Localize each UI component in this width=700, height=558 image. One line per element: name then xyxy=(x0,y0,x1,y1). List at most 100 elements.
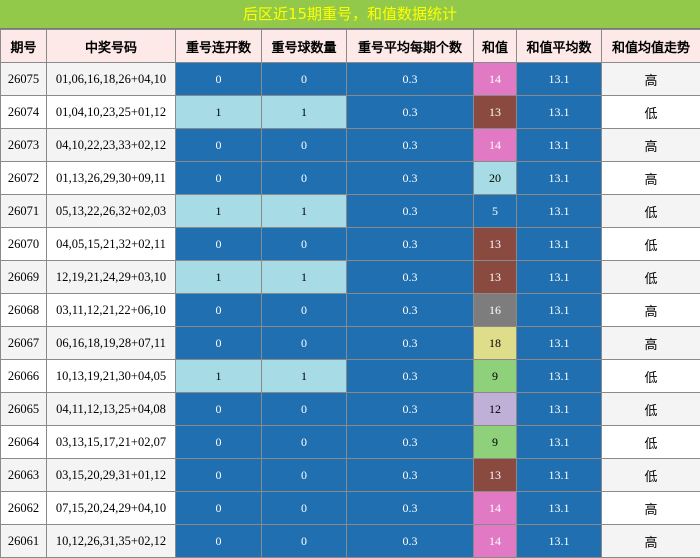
sum-trend-cell: 低 xyxy=(602,96,700,129)
winning-numbers-cell: 03,11,12,21,22+06,10 xyxy=(47,294,176,327)
header-winning-numbers: 中奖号码 xyxy=(47,30,176,63)
issue-cell: 26063 xyxy=(1,459,47,492)
sum-average-cell: 13.1 xyxy=(517,195,602,228)
table-row: 2607105,13,22,26,32+02,03110.3513.1低 xyxy=(1,195,700,228)
repeat-count-cell: 0 xyxy=(262,129,347,162)
repeat-average-cell: 0.3 xyxy=(347,492,474,525)
sum-trend-cell: 低 xyxy=(602,426,700,459)
repeat-consecutive-cell: 1 xyxy=(176,195,262,228)
repeat-count-cell: 1 xyxy=(262,261,347,294)
repeat-count-cell: 1 xyxy=(262,360,347,393)
repeat-average-cell: 0.3 xyxy=(347,360,474,393)
repeat-count-cell: 0 xyxy=(262,393,347,426)
repeat-average-cell: 0.3 xyxy=(347,261,474,294)
repeat-count-cell: 0 xyxy=(262,525,347,558)
table-row: 2606803,11,12,21,22+06,10000.31613.1高 xyxy=(1,294,700,327)
sum-average-cell: 13.1 xyxy=(517,492,602,525)
winning-numbers-cell: 04,11,12,13,25+04,08 xyxy=(47,393,176,426)
sum-average-cell: 13.1 xyxy=(517,327,602,360)
table-title: 后区近15期重号，和值数据统计 xyxy=(0,0,700,29)
issue-cell: 26072 xyxy=(1,162,47,195)
issue-cell: 26071 xyxy=(1,195,47,228)
sum-cell: 14 xyxy=(474,492,517,525)
repeat-average-cell: 0.3 xyxy=(347,459,474,492)
table-row: 2606110,12,26,31,35+02,12000.31413.1高 xyxy=(1,525,700,558)
stats-table: 期号 中奖号码 重号连开数 重号球数量 重号平均每期个数 和值 和值平均数 和值… xyxy=(0,29,700,558)
repeat-consecutive-cell: 0 xyxy=(176,393,262,426)
sum-cell: 13 xyxy=(474,228,517,261)
table-row: 2606403,13,15,17,21+02,07000.3913.1低 xyxy=(1,426,700,459)
issue-cell: 26069 xyxy=(1,261,47,294)
repeat-count-cell: 0 xyxy=(262,426,347,459)
issue-cell: 26065 xyxy=(1,393,47,426)
table-row: 2607304,10,22,23,33+02,12000.31413.1高 xyxy=(1,129,700,162)
sum-average-cell: 13.1 xyxy=(517,261,602,294)
winning-numbers-cell: 07,15,20,24,29+04,10 xyxy=(47,492,176,525)
sum-trend-cell: 低 xyxy=(602,195,700,228)
issue-cell: 26062 xyxy=(1,492,47,525)
repeat-count-cell: 0 xyxy=(262,228,347,261)
winning-numbers-cell: 04,10,22,23,33+02,12 xyxy=(47,129,176,162)
sum-average-cell: 13.1 xyxy=(517,294,602,327)
sum-trend-cell: 高 xyxy=(602,327,700,360)
winning-numbers-cell: 10,13,19,21,30+04,05 xyxy=(47,360,176,393)
sum-average-cell: 13.1 xyxy=(517,525,602,558)
repeat-consecutive-cell: 0 xyxy=(176,525,262,558)
sum-cell: 20 xyxy=(474,162,517,195)
sum-average-cell: 13.1 xyxy=(517,228,602,261)
table-body: 2607501,06,16,18,26+04,10000.31413.1高260… xyxy=(1,63,700,558)
sum-average-cell: 13.1 xyxy=(517,162,602,195)
header-sum-average: 和值平均数 xyxy=(517,30,602,63)
sum-cell: 14 xyxy=(474,63,517,96)
sum-trend-cell: 高 xyxy=(602,492,700,525)
repeat-count-cell: 0 xyxy=(262,327,347,360)
sum-cell: 13 xyxy=(474,261,517,294)
header-sum-trend: 和值均值走势 xyxy=(602,30,700,63)
repeat-count-cell: 0 xyxy=(262,294,347,327)
issue-cell: 26064 xyxy=(1,426,47,459)
repeat-consecutive-cell: 0 xyxy=(176,492,262,525)
winning-numbers-cell: 03,15,20,29,31+01,12 xyxy=(47,459,176,492)
sum-cell: 9 xyxy=(474,426,517,459)
repeat-consecutive-cell: 0 xyxy=(176,459,262,492)
sum-average-cell: 13.1 xyxy=(517,96,602,129)
repeat-consecutive-cell: 0 xyxy=(176,426,262,459)
table-row: 2607004,05,15,21,32+02,11000.31313.1低 xyxy=(1,228,700,261)
table-row: 2606912,19,21,24,29+03,10110.31313.1低 xyxy=(1,261,700,294)
table-row: 2606610,13,19,21,30+04,05110.3913.1低 xyxy=(1,360,700,393)
sum-trend-cell: 高 xyxy=(602,129,700,162)
issue-cell: 26068 xyxy=(1,294,47,327)
repeat-average-cell: 0.3 xyxy=(347,525,474,558)
repeat-consecutive-cell: 0 xyxy=(176,129,262,162)
repeat-count-cell: 0 xyxy=(262,63,347,96)
repeat-consecutive-cell: 1 xyxy=(176,360,262,393)
sum-cell: 14 xyxy=(474,129,517,162)
repeat-consecutive-cell: 1 xyxy=(176,261,262,294)
table-row: 2606303,15,20,29,31+01,12000.31313.1低 xyxy=(1,459,700,492)
sum-cell: 13 xyxy=(474,459,517,492)
repeat-consecutive-cell: 0 xyxy=(176,162,262,195)
repeat-average-cell: 0.3 xyxy=(347,195,474,228)
winning-numbers-cell: 12,19,21,24,29+03,10 xyxy=(47,261,176,294)
repeat-count-cell: 1 xyxy=(262,96,347,129)
table-row: 2606706,16,18,19,28+07,11000.31813.1高 xyxy=(1,327,700,360)
header-issue: 期号 xyxy=(1,30,47,63)
repeat-average-cell: 0.3 xyxy=(347,63,474,96)
winning-numbers-cell: 05,13,22,26,32+02,03 xyxy=(47,195,176,228)
repeat-average-cell: 0.3 xyxy=(347,294,474,327)
repeat-average-cell: 0.3 xyxy=(347,96,474,129)
sum-average-cell: 13.1 xyxy=(517,393,602,426)
stats-table-container: 后区近15期重号，和值数据统计 期号 中奖号码 重号连开数 重号球数量 重号平均… xyxy=(0,0,700,557)
repeat-average-cell: 0.3 xyxy=(347,393,474,426)
sum-cell: 12 xyxy=(474,393,517,426)
winning-numbers-cell: 01,04,10,23,25+01,12 xyxy=(47,96,176,129)
repeat-consecutive-cell: 1 xyxy=(176,96,262,129)
sum-trend-cell: 高 xyxy=(602,294,700,327)
sum-average-cell: 13.1 xyxy=(517,459,602,492)
table-row: 2607201,13,26,29,30+09,11000.32013.1高 xyxy=(1,162,700,195)
repeat-count-cell: 0 xyxy=(262,492,347,525)
sum-cell: 5 xyxy=(474,195,517,228)
sum-cell: 14 xyxy=(474,525,517,558)
sum-cell: 18 xyxy=(474,327,517,360)
sum-trend-cell: 高 xyxy=(602,525,700,558)
